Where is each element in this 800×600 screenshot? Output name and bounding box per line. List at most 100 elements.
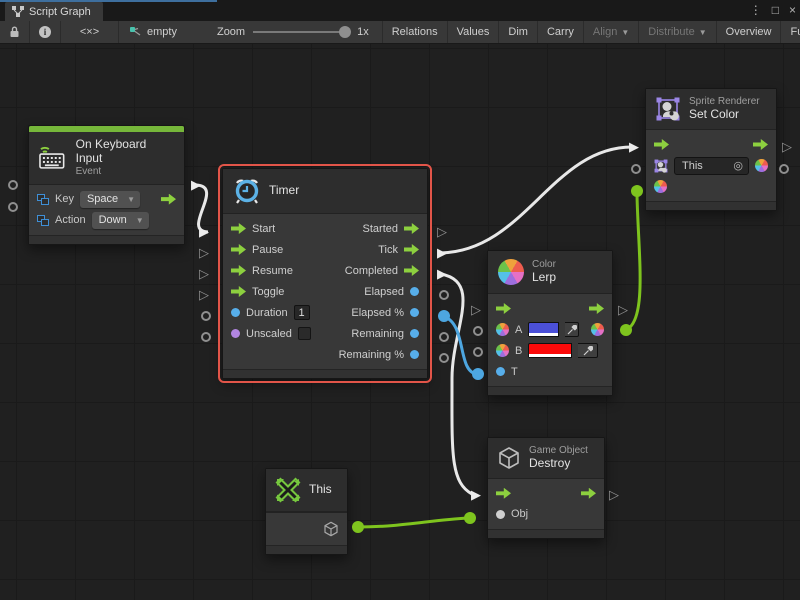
window-menu-icon[interactable]: ⋮	[750, 3, 762, 17]
setcolor-flow-in-port[interactable]: ▶	[629, 140, 639, 153]
unscaled-checkbox[interactable]	[298, 327, 311, 340]
remaining-port-icon[interactable]	[410, 329, 419, 338]
destroy-flow-out-port[interactable]: ▷	[609, 488, 619, 501]
eyedropper-icon[interactable]	[578, 343, 598, 358]
unscaled-port-icon[interactable]	[231, 329, 240, 338]
flow-in-arrow-icon[interactable]	[654, 139, 669, 150]
duration-port-icon[interactable]	[231, 308, 240, 317]
lerp-flow-out-port[interactable]: ▷	[618, 303, 628, 316]
timer-remaining-port[interactable]	[439, 332, 449, 342]
destroy-obj-port[interactable]	[464, 512, 476, 524]
info-button[interactable]: i	[30, 21, 61, 43]
zoom-slider-handle[interactable]	[339, 26, 351, 38]
setcolor-color-in-port[interactable]	[631, 185, 643, 197]
node-timer[interactable]: Timer Start Started Pause Tick Resume Co…	[222, 168, 428, 379]
flow-out-arrow-icon[interactable]	[581, 488, 596, 499]
lerp-output-port-icon[interactable]	[591, 323, 604, 336]
overview-button[interactable]: Overview	[717, 21, 782, 43]
color-output-port-icon[interactable]	[755, 159, 768, 172]
a-port-icon[interactable]	[496, 323, 509, 336]
dim-button[interactable]: Dim	[499, 21, 538, 43]
elapsed-pct-port-icon[interactable]	[410, 308, 419, 317]
started-port-arrow-icon[interactable]	[404, 223, 419, 234]
color-b-swatch[interactable]	[528, 343, 572, 358]
zoom-slider[interactable]	[253, 31, 349, 33]
timer-tick-port[interactable]: ▶	[437, 246, 447, 259]
code-preview-button[interactable]: <×>	[61, 21, 119, 43]
timer-duration-port[interactable]	[201, 311, 211, 321]
fullscreen-button[interactable]: Full Screen	[781, 21, 800, 43]
relations-button[interactable]: Relations	[382, 21, 448, 43]
flow-out-arrow-icon[interactable]	[753, 139, 768, 150]
keyboard-left-port[interactable]	[8, 202, 18, 212]
lerp-a-port[interactable]	[473, 326, 483, 336]
target-object-field[interactable]: This ◎	[674, 157, 749, 175]
keyboard-trigger-out-port[interactable]: ▶	[191, 178, 201, 191]
values-button[interactable]: Values	[448, 21, 500, 43]
carry-button[interactable]: Carry	[538, 21, 584, 43]
window-maximize-icon[interactable]: □	[772, 3, 779, 17]
graph-icon	[12, 6, 24, 17]
color-wheel-icon	[498, 259, 524, 285]
setcolor-flow-out-port[interactable]: ▷	[782, 140, 792, 153]
start-port-arrow-icon[interactable]	[231, 223, 246, 234]
timer-toggle-port[interactable]: ▷	[199, 288, 209, 301]
timer-pause-port[interactable]: ▷	[199, 246, 209, 259]
node-this[interactable]: This	[265, 468, 348, 555]
this-output-port[interactable]	[352, 521, 364, 533]
target-port-icon[interactable]	[654, 159, 668, 173]
key-dropdown[interactable]: Space▼	[80, 191, 140, 208]
timer-remaining-pct-port[interactable]	[439, 353, 449, 363]
setcolor-target-port[interactable]	[631, 164, 641, 174]
remaining-pct-port-icon[interactable]	[410, 350, 419, 359]
eyedropper-icon[interactable]	[565, 322, 579, 337]
flow-in-arrow-icon[interactable]	[496, 303, 511, 314]
flow-in-arrow-icon[interactable]	[496, 488, 511, 499]
window-close-icon[interactable]: ×	[789, 3, 796, 17]
node-destroy[interactable]: Game Object Destroy Obj	[487, 437, 605, 539]
node-on-keyboard-input[interactable]: On Keyboard Input Event Key Space▼ Actio…	[28, 125, 185, 245]
timer-elapsed-pct-port[interactable]	[438, 310, 450, 322]
lerp-b-port[interactable]	[473, 347, 483, 357]
elapsed-port-icon[interactable]	[410, 287, 419, 296]
trigger-out-arrow-icon[interactable]	[161, 194, 176, 205]
pause-port-arrow-icon[interactable]	[231, 244, 246, 255]
b-port-icon[interactable]	[496, 344, 509, 357]
timer-started-port[interactable]: ▷	[437, 225, 447, 238]
object-picker-icon[interactable]: ◎	[733, 159, 743, 172]
duration-input[interactable]: 1	[294, 305, 310, 320]
node-set-color[interactable]: Sprite Renderer Set Color This ◎	[645, 88, 777, 211]
timer-start-port[interactable]: ▶	[199, 225, 209, 238]
relations-label: Relations	[392, 26, 438, 38]
timer-elapsed-port[interactable]	[439, 290, 449, 300]
lerp-flow-in-port[interactable]: ▷	[471, 303, 481, 316]
game-object-output-port-icon[interactable]	[323, 521, 339, 537]
tick-port-arrow-icon[interactable]	[404, 244, 419, 255]
lerp-t-port[interactable]	[472, 368, 484, 380]
node-color-lerp[interactable]: Color Lerp A B	[487, 250, 613, 396]
lock-button[interactable]	[0, 21, 30, 43]
obj-port-icon[interactable]	[496, 510, 505, 519]
color-input-port-icon[interactable]	[654, 180, 667, 193]
keyboard-left-port[interactable]	[8, 180, 18, 190]
destroy-flow-in-port[interactable]: ▶	[471, 488, 481, 501]
flow-out-arrow-icon[interactable]	[589, 303, 604, 314]
lerp-color-out-port[interactable]	[620, 324, 632, 336]
timer-unscaled-port[interactable]	[201, 332, 211, 342]
pause-label: Pause	[252, 244, 283, 256]
graph-state-icon	[129, 26, 142, 38]
completed-port-arrow-icon[interactable]	[404, 265, 419, 276]
self-icon	[275, 477, 301, 503]
toggle-port-arrow-icon[interactable]	[231, 286, 246, 297]
action-dropdown[interactable]: Down▼	[92, 212, 149, 229]
unscaled-label: Unscaled	[246, 328, 292, 340]
t-port-icon[interactable]	[496, 367, 505, 376]
timer-completed-port[interactable]: ▶	[437, 267, 447, 280]
chevron-down-icon: ▼	[621, 28, 629, 37]
tick-label: Tick	[378, 244, 398, 256]
setcolor-value-out-port[interactable]	[779, 164, 789, 174]
color-a-swatch[interactable]	[528, 322, 559, 337]
resume-port-arrow-icon[interactable]	[231, 265, 246, 276]
tab-script-graph[interactable]: Script Graph	[5, 2, 103, 21]
timer-resume-port[interactable]: ▷	[199, 267, 209, 280]
